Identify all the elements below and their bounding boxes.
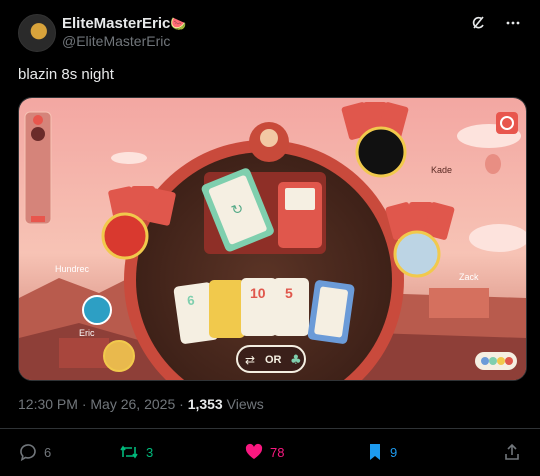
hand-card[interactable]: [209, 280, 245, 338]
retweet-count: 3: [146, 444, 154, 460]
kade-avatar: [355, 126, 407, 178]
tweet-media-image[interactable]: ↻ Kade Zack Hundrec Eric 6 10 5 OR ♣ ⇄: [18, 97, 527, 381]
retweet-icon: [120, 445, 138, 459]
player-hand: 6 10 5: [173, 278, 355, 344]
bookmark-icon: [370, 444, 380, 460]
minus-button[interactable]: [31, 127, 45, 141]
player-name-hundrec: Hundrec: [55, 264, 90, 274]
grok-icon[interactable]: [470, 14, 488, 32]
wild-or-label: OR: [265, 354, 282, 366]
like-count: 78: [270, 444, 285, 460]
player-name-zack: Zack: [459, 272, 479, 282]
player-name-eric: Eric: [79, 328, 95, 338]
retweet-button[interactable]: 3: [118, 442, 244, 462]
hand-card-label: 10: [250, 285, 266, 301]
heart-icon: [245, 443, 263, 459]
hundrec-avatar: [101, 212, 149, 260]
settings-button[interactable]: [496, 112, 518, 134]
tweet-date[interactable]: May 26, 2025: [90, 396, 175, 412]
bookmark-button[interactable]: 9: [366, 442, 484, 462]
reply-count: 6: [44, 444, 52, 460]
game-screenshot: ↻ Kade Zack Hundrec Eric 6 10 5 OR ♣ ⇄: [19, 98, 526, 380]
zack-avatar: [393, 230, 441, 278]
user-avatar[interactable]: [18, 14, 56, 52]
timer-icon: [82, 295, 112, 325]
reply-icon: [20, 444, 36, 462]
mesa-rock: [429, 288, 489, 318]
share-icon: [505, 443, 519, 460]
slider-arrow[interactable]: [31, 216, 45, 222]
like-button[interactable]: 78: [244, 442, 366, 462]
swap-icon: ⇄: [245, 353, 255, 367]
reply-button[interactable]: 6: [18, 442, 118, 462]
tweet-time[interactable]: 12:30 PM: [18, 396, 78, 412]
hot-air-balloon: [485, 154, 501, 174]
tweet-top-actions: [470, 14, 522, 32]
tweet-metadata: 12:30 PM · May 26, 2025 · 1,353 Views: [18, 396, 264, 412]
divider: [0, 428, 540, 429]
views-label: Views: [226, 396, 264, 412]
tweet: EliteMasterEric🍉 @EliteMasterEric blazin…: [0, 0, 540, 476]
bookmark-count: 9: [390, 444, 398, 460]
watermelon-emoji: 🍉: [170, 16, 187, 31]
meta-separator: ·: [81, 396, 87, 412]
meta-separator: ·: [179, 396, 184, 412]
player-name-kade: Kade: [431, 165, 452, 175]
more-icon[interactable]: [504, 14, 522, 32]
clubs-icon: ♣: [290, 353, 302, 368]
share-button[interactable]: [502, 442, 522, 462]
views-count: 1,353: [187, 396, 223, 412]
eye-icon[interactable]: [33, 115, 43, 125]
user-handle[interactable]: @EliteMasterEric: [62, 33, 170, 49]
display-name[interactable]: EliteMasterEric🍉: [62, 15, 187, 32]
tweet-text: blazin 8s night: [18, 66, 114, 83]
display-name-text: EliteMasterEric: [62, 15, 171, 32]
hand-card-label: 5: [285, 285, 293, 301]
eric-avatar: [103, 340, 135, 372]
tweet-actions: 6 3 78 9: [18, 440, 522, 464]
